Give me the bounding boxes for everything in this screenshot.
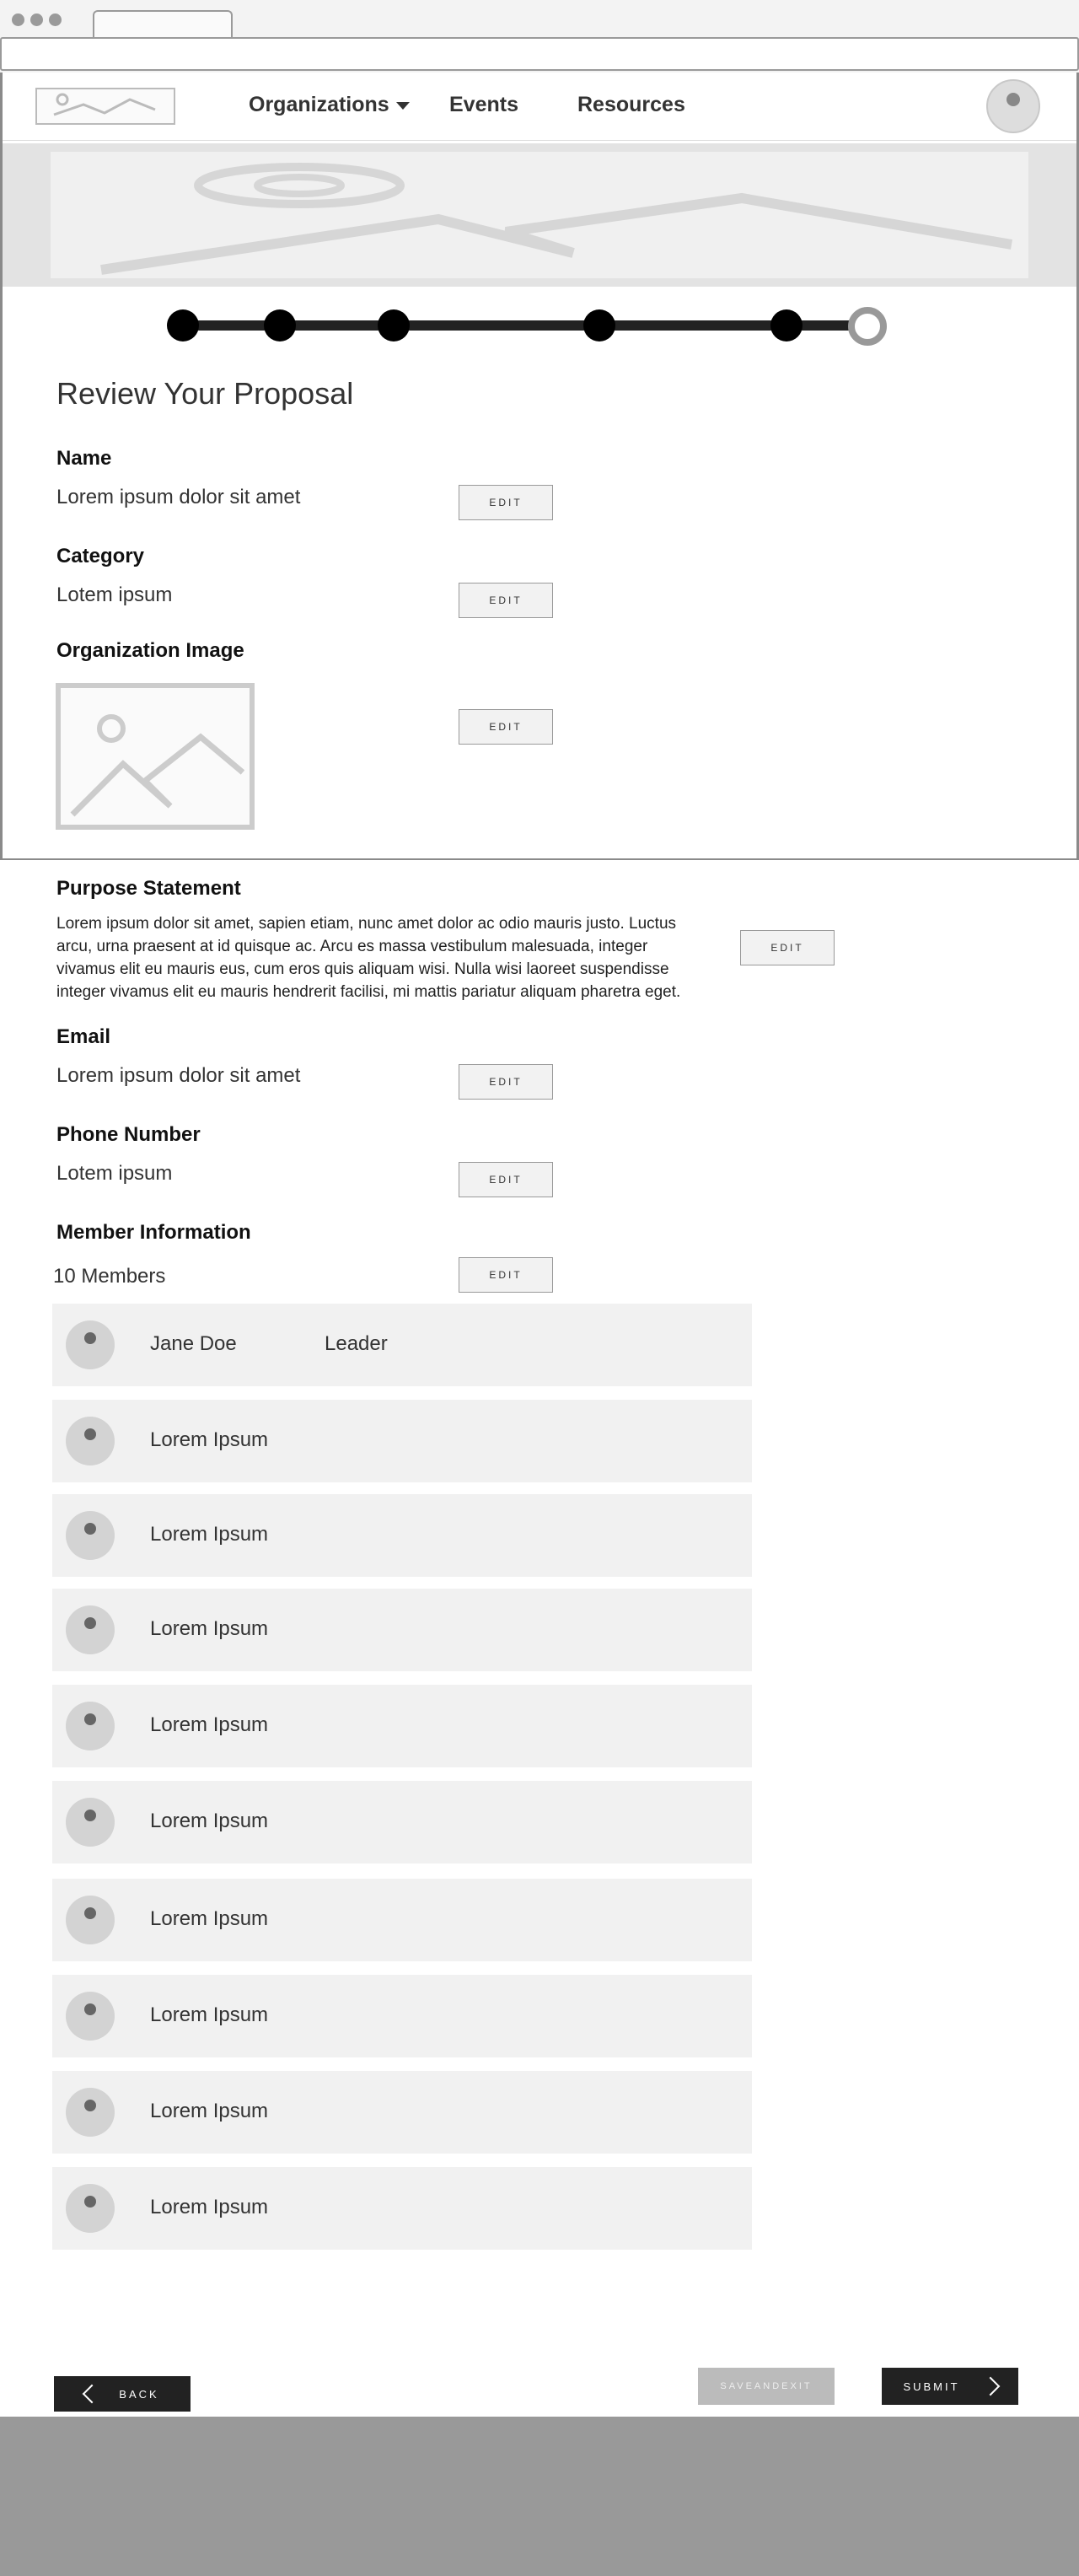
member-name: Lorem Ipsum [150,1810,269,1832]
edit-members-button[interactable]: EDIT [459,1257,553,1293]
purpose-line: Lorem ipsum dolor sit amet, sapien etiam… [56,915,677,933]
progress-step[interactable] [378,309,410,341]
image-placeholder-icon [53,93,156,116]
back-button[interactable]: BACK [54,2376,191,2412]
window-dot-icon[interactable] [30,13,43,26]
member-name: Lorem Ipsum [150,1713,269,1736]
edit-category-button[interactable]: EDIT [459,583,553,618]
window-dot-icon[interactable] [12,13,24,26]
phone-value: Lotem ipsum [56,1162,173,1185]
edit-purpose-button[interactable]: EDIT [740,930,835,965]
name-label: Name [56,447,112,470]
user-avatar-icon [66,1896,115,1944]
org-image-label: Organization Image [56,639,244,662]
nav-organizations[interactable]: Organizations [249,93,410,117]
footer [0,2417,1079,2576]
purpose-text: Lorem ipsum dolor sit amet, sapien etiam… [56,912,756,1003]
frame-border [0,73,3,860]
window-controls [12,13,67,30]
member-name: Lorem Ipsum [150,2003,269,2026]
user-avatar-icon [66,1320,115,1369]
member-row[interactable]: Lorem Ipsum [52,1879,752,1961]
member-row[interactable]: Lorem Ipsum [52,1781,752,1863]
nav-organizations-label: Organizations [249,93,389,116]
page-title: Review Your Proposal [56,376,354,411]
user-avatar-icon [66,1798,115,1847]
member-count: 10 Members [53,1265,166,1288]
caret-down-icon [395,101,410,110]
back-button-label: BACK [119,2387,159,2401]
image-placeholder-icon [70,714,245,817]
phone-label: Phone Number [56,1123,201,1146]
nav-events[interactable]: Events [449,93,518,117]
user-avatar-icon [66,1417,115,1465]
member-name: Lorem Ipsum [150,1617,269,1640]
email-label: Email [56,1025,111,1048]
user-avatar-icon [66,1702,115,1750]
progress-step[interactable] [583,309,615,341]
user-avatar-icon [66,1511,115,1560]
member-name: Lorem Ipsum [150,1907,269,1930]
save-and-exit-button[interactable]: SAVEANDEXIT [698,2368,835,2405]
member-info-label: Member Information [56,1221,251,1244]
hero-image [51,152,1028,278]
category-value: Lotem ipsum [56,583,173,606]
user-avatar-icon [66,2184,115,2233]
user-avatar-icon [66,1992,115,2041]
progress-step[interactable] [264,309,296,341]
member-name: Lorem Ipsum [150,1523,269,1546]
edit-name-button[interactable]: EDIT [459,485,553,520]
submit-button[interactable]: SUBMIT [882,2368,1018,2405]
chevron-left-icon [82,2384,102,2404]
edit-email-button[interactable]: EDIT [459,1064,553,1100]
member-row[interactable]: Lorem Ipsum [52,1975,752,2057]
user-avatar-icon [66,2088,115,2137]
logo[interactable] [35,88,175,125]
submit-button-label: SUBMIT [903,2380,960,2393]
purpose-line: integer vivamus elit eu mauris hendrerit… [56,983,681,1001]
purpose-line: vivamus elit eu mauris eus, cum eros qui… [56,960,669,978]
member-row[interactable]: Lorem Ipsum [52,1400,752,1482]
member-name: Jane Doe [150,1332,237,1355]
browser-tab[interactable] [93,10,233,40]
address-bar[interactable] [0,37,1079,71]
member-row[interactable]: Lorem Ipsum [52,2167,752,2250]
member-name: Lorem Ipsum [150,2196,269,2218]
member-row[interactable]: Lorem Ipsum [52,1494,752,1577]
member-row[interactable]: Jane Doe Leader [52,1304,752,1386]
chevron-right-icon [980,2376,1000,2396]
member-row[interactable]: Lorem Ipsum [52,1685,752,1767]
name-value: Lorem ipsum dolor sit amet [56,486,301,508]
user-avatar-icon[interactable] [986,79,1040,133]
purpose-line: arcu, urna praesent at id quisque ac. Ar… [56,938,648,955]
member-role: Leader [325,1332,388,1355]
member-name: Lorem Ipsum [150,1428,269,1451]
window-dot-icon[interactable] [49,13,62,26]
purpose-label: Purpose Statement [56,877,241,900]
member-row[interactable]: Lorem Ipsum [52,2071,752,2154]
member-name: Lorem Ipsum [150,2100,269,2122]
frame-border [0,858,1079,860]
user-avatar-icon [66,1605,115,1654]
nav-resources[interactable]: Resources [577,93,685,117]
email-value: Lorem ipsum dolor sit amet [56,1064,301,1087]
progress-step[interactable] [770,309,803,341]
progress-step[interactable] [167,309,199,341]
edit-phone-button[interactable]: EDIT [459,1162,553,1197]
edit-org-image-button[interactable]: EDIT [459,709,553,745]
member-row[interactable]: Lorem Ipsum [52,1589,752,1671]
organization-image [56,683,255,830]
image-placeholder-icon [100,163,1013,275]
category-label: Category [56,545,145,567]
progress-step-current[interactable] [848,307,887,346]
